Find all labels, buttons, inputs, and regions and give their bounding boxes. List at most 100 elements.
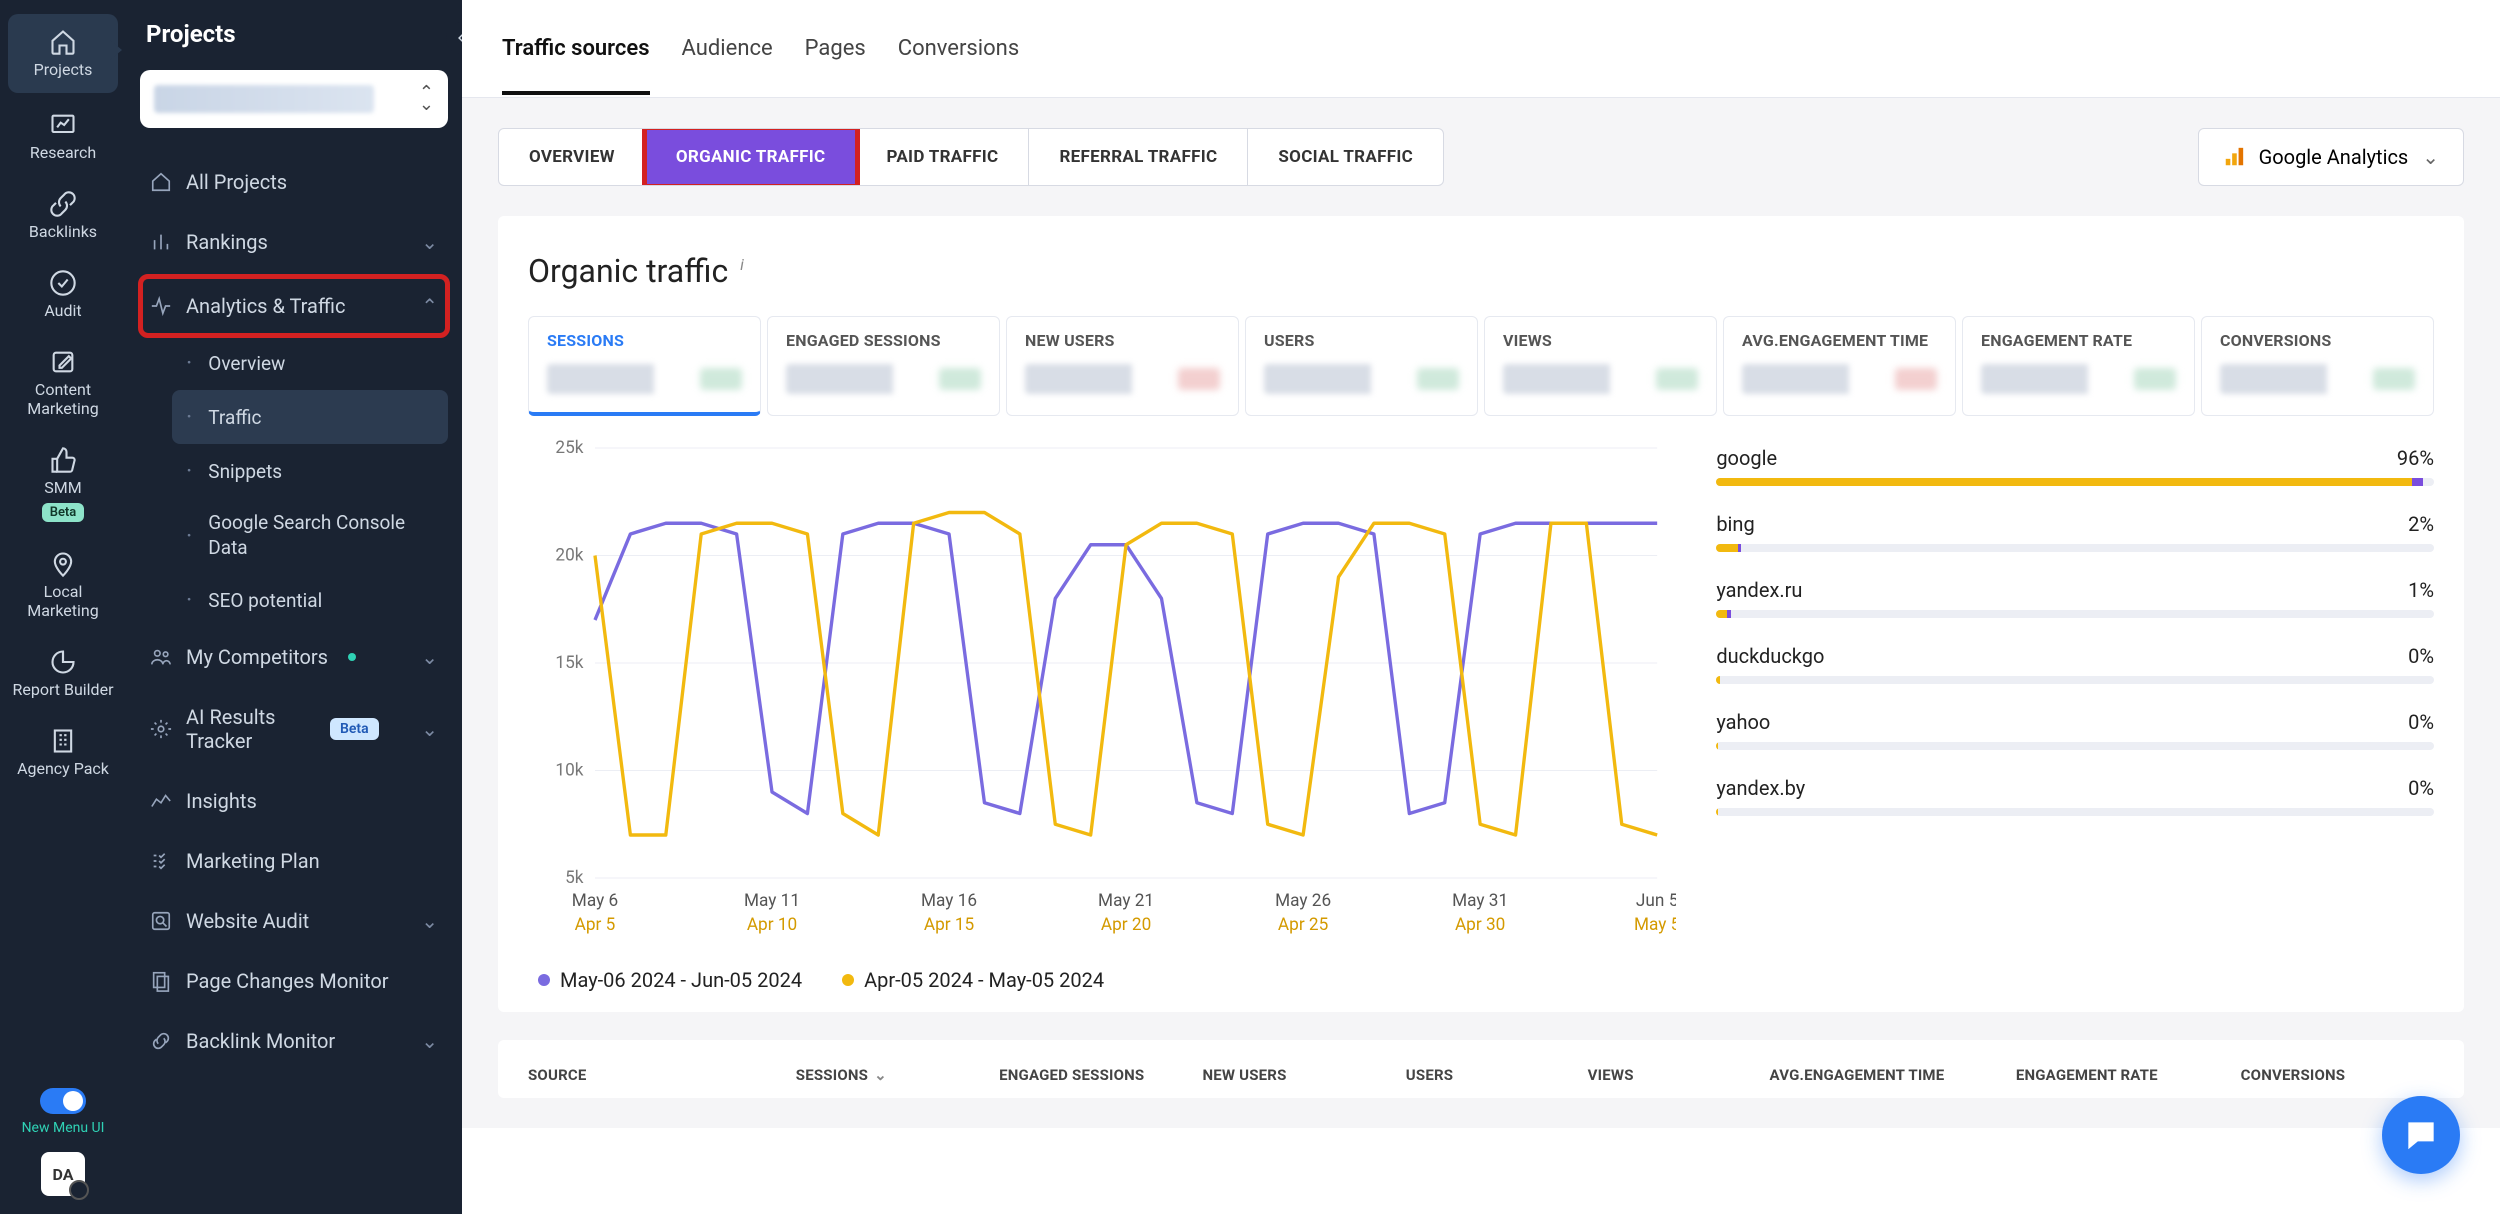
col-source[interactable]: SOURCE <box>528 1066 786 1084</box>
left-rail: Projects Research Backlinks Audit Conten… <box>0 0 126 1214</box>
rail-smm[interactable]: SMM Beta <box>0 432 126 536</box>
rail-report[interactable]: Report Builder <box>0 634 126 713</box>
pill-referral[interactable]: REFERRAL TRAFFIC <box>1029 129 1248 185</box>
pie-icon <box>49 648 77 676</box>
sidebar-analytics-traffic[interactable]: Analytics & Traffic ⌃ <box>140 276 448 336</box>
sidebar-sub-gsc[interactable]: Google Search Console Data <box>172 498 448 573</box>
source-bing[interactable]: bing2% <box>1716 512 2434 552</box>
sidebar-label: AI Results Tracker <box>186 705 316 753</box>
sidebar-label: Website Audit <box>186 909 309 933</box>
rail-content[interactable]: Content Marketing <box>0 334 126 432</box>
tab-conversions[interactable]: Conversions <box>898 36 1019 91</box>
checklist-icon <box>150 850 172 872</box>
people-icon <box>150 646 172 668</box>
metric-engsess[interactable]: ENGAGED SESSIONS <box>767 316 1000 416</box>
metric-label: NEW USERS <box>1025 331 1220 350</box>
pulse-icon <box>150 295 172 317</box>
rail-label: Research <box>30 143 96 162</box>
rail-active-pointer <box>110 40 122 60</box>
sidebar-sub-traffic[interactable]: Traffic <box>172 390 448 444</box>
tab-traffic-sources[interactable]: Traffic sources <box>502 36 650 95</box>
chevron-down-icon: ⌄ <box>421 717 438 741</box>
source-yandex-ru[interactable]: yandex.ru1% <box>1716 578 2434 618</box>
svg-text:Apr 10: Apr 10 <box>747 915 797 935</box>
metric-avgengtime[interactable]: AVG.ENGAGEMENT TIME <box>1723 316 1956 416</box>
source-yandex-by[interactable]: yandex.by0% <box>1716 776 2434 816</box>
metric-views[interactable]: VIEWS <box>1484 316 1717 416</box>
source-name: bing <box>1716 512 1754 536</box>
col-views[interactable]: VIEWS <box>1588 1066 1760 1084</box>
sessions-chart[interactable]: 5k10k15k20k25kMay 6Apr 5May 11Apr 10May … <box>528 438 1676 948</box>
tab-audience[interactable]: Audience <box>682 36 773 91</box>
tab-pages[interactable]: Pages <box>805 36 866 91</box>
metric-sessions[interactable]: SESSIONS <box>528 316 761 416</box>
pill-overview[interactable]: OVERVIEW <box>499 129 646 185</box>
project-selector[interactable]: ⌃⌄ <box>140 70 448 128</box>
sidebar-all-projects[interactable]: All Projects <box>140 152 448 212</box>
user-avatar[interactable]: DA <box>41 1152 85 1196</box>
source-duckduckgo[interactable]: duckduckgo 0% <box>1716 644 2434 684</box>
rail-local[interactable]: Local Marketing <box>0 536 126 634</box>
google-analytics-icon <box>2223 146 2245 168</box>
source-name: duckduckgo <box>1716 644 1824 668</box>
metric-value-redacted <box>786 364 981 394</box>
source-breakdown: google96%bing2%yandex.ru1%duckduckgo0%ya… <box>1716 438 2434 948</box>
sidebar-competitors[interactable]: My Competitors ⌄ <box>140 627 448 687</box>
rail-projects[interactable]: Projects <box>8 14 118 93</box>
rail-label: Projects <box>34 60 93 79</box>
col-users[interactable]: USERS <box>1406 1066 1578 1084</box>
col-new-users[interactable]: NEW USERS <box>1202 1066 1395 1084</box>
metric-users[interactable]: USERS <box>1245 316 1478 416</box>
col-avg-engagement-time[interactable]: AVG.ENGAGEMENT TIME <box>1770 1066 2006 1084</box>
sidebar-rankings[interactable]: Rankings ⌄ <box>140 212 448 272</box>
col-conversions[interactable]: CONVERSIONS <box>2241 1066 2434 1084</box>
google-analytics-selector[interactable]: Google Analytics ⌄ <box>2198 128 2464 186</box>
source-name: yahoo <box>1716 710 1770 734</box>
rail-label: Report Builder <box>13 680 114 699</box>
toggle-switch-icon[interactable] <box>40 1088 86 1114</box>
sidebar-marketing-plan[interactable]: Marketing Plan <box>140 831 448 891</box>
sidebar-website-audit[interactable]: Website Audit ⌄ <box>140 891 448 951</box>
metric-value-redacted <box>1742 364 1937 394</box>
chat-fab[interactable] <box>2382 1096 2460 1174</box>
pill-social[interactable]: SOCIAL TRAFFIC <box>1248 129 1443 185</box>
pin-icon <box>49 550 77 578</box>
sidebar-label: My Competitors <box>186 645 328 669</box>
col-engagement-rate[interactable]: ENGAGEMENT RATE <box>2016 1066 2231 1084</box>
thumbs-up-icon <box>49 446 77 474</box>
sidebar-sub-seopotential[interactable]: SEO potential <box>172 573 448 627</box>
source-bar <box>1716 742 2434 750</box>
source-yahoo[interactable]: yahoo 0% <box>1716 710 2434 750</box>
rail-agency[interactable]: Agency Pack <box>0 713 126 792</box>
organic-panel: Organic traffic i SESSIONSENGAGED SESSIO… <box>498 216 2464 1012</box>
new-menu-toggle[interactable]: New Menu UI <box>22 1072 105 1152</box>
sidebar-ai-results[interactable]: AI Results Tracker Beta ⌄ <box>140 687 448 771</box>
legend-current: May-06 2024 - Jun-05 2024 <box>538 968 802 992</box>
source-pct: 0% <box>2408 776 2434 800</box>
pill-paid[interactable]: PAID TRAFFIC <box>856 129 1029 185</box>
chevron-down-icon: ⌄ <box>874 1066 887 1084</box>
metric-conversions[interactable]: CONVERSIONS <box>2201 316 2434 416</box>
source-pct: 0% <box>2408 644 2434 668</box>
source-pct: 0% <box>2408 710 2434 734</box>
pill-organic[interactable]: ORGANIC TRAFFIC <box>646 129 857 185</box>
sidebar-sub-overview[interactable]: Overview <box>172 336 448 390</box>
sidebar-insights[interactable]: Insights <box>140 771 448 831</box>
rail-audit[interactable]: Audit <box>0 255 126 334</box>
metric-newusers[interactable]: NEW USERS <box>1006 316 1239 416</box>
rail-backlinks[interactable]: Backlinks <box>0 176 126 255</box>
rail-research[interactable]: Research <box>0 97 126 176</box>
metric-engrate[interactable]: ENGAGEMENT RATE <box>1962 316 2195 416</box>
col-engaged-sessions[interactable]: ENGAGED SESSIONS <box>999 1066 1192 1084</box>
source-table-header: SOURCE SESSIONS ⌄ ENGAGED SESSIONS NEW USER… <box>498 1040 2464 1098</box>
sidebar-label: Rankings <box>186 230 268 254</box>
sidebar-page-changes[interactable]: Page Changes Monitor <box>140 951 448 1011</box>
beta-badge: Beta <box>42 503 85 522</box>
source-google[interactable]: google96% <box>1716 446 2434 486</box>
sidebar-sub-snippets[interactable]: Snippets <box>172 444 448 498</box>
rail-label: Backlinks <box>29 222 97 241</box>
sidebar-backlink-monitor[interactable]: Backlink Monitor ⌄ <box>140 1011 448 1071</box>
source-bar <box>1716 478 2434 486</box>
col-sessions[interactable]: SESSIONS ⌄ <box>796 1066 989 1084</box>
svg-text:May 31: May 31 <box>1452 891 1508 911</box>
